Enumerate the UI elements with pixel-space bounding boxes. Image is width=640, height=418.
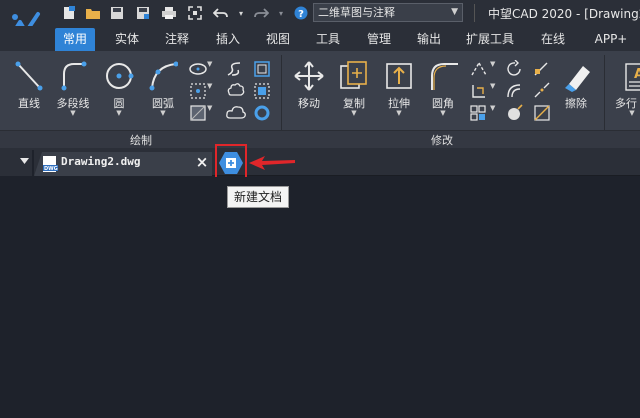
polyline-icon (61, 61, 87, 91)
new-icon[interactable] (60, 4, 78, 22)
arc-button[interactable]: 圆弧 ▼ (140, 58, 186, 122)
break-icon[interactable] (532, 82, 552, 100)
fullscreen-icon[interactable] (186, 4, 204, 22)
move-button[interactable]: 移动 (286, 58, 332, 122)
boundary-icon[interactable] (252, 82, 272, 100)
stretch-dropdown-icon[interactable]: ▼ (376, 109, 422, 117)
annotation-arrow-icon (249, 156, 295, 170)
revision-cloud-icon[interactable] (226, 82, 246, 100)
mirror-icon[interactable] (469, 82, 489, 100)
scale-icon[interactable] (532, 60, 552, 78)
mtext-icon: A (625, 63, 640, 91)
move-label: 移动 (298, 97, 320, 110)
tab-online[interactable]: 在线 (533, 28, 573, 51)
open-icon[interactable] (84, 4, 102, 22)
tab-tools[interactable]: 工具 (308, 28, 348, 51)
line-icon (15, 61, 43, 91)
arc-icon (149, 61, 178, 91)
tab-solid[interactable]: 实体 (107, 28, 147, 51)
mtext-dropdown-icon[interactable]: ▼ (612, 109, 640, 117)
mtext-button[interactable]: A 多行 ▼ (612, 58, 640, 122)
gradient-dropdown-icon[interactable]: ▼ (207, 104, 215, 122)
erase-label: 擦除 (565, 97, 587, 110)
undo-dropdown-icon[interactable]: ▾ (232, 4, 250, 22)
trim-dropdown-icon[interactable]: ▼ (490, 60, 498, 78)
eraser-icon (565, 66, 590, 92)
tab-annotate[interactable]: 注释 (157, 28, 197, 51)
copy-icon (340, 61, 367, 89)
circle-dropdown-icon[interactable]: ▼ (96, 109, 142, 117)
copy-dropdown-icon[interactable]: ▼ (331, 109, 377, 117)
donut-icon[interactable] (252, 104, 272, 122)
fillet-icon (431, 63, 458, 90)
trim-icon[interactable] (469, 60, 489, 78)
tab-view[interactable]: 视图 (258, 28, 298, 51)
close-tab-icon[interactable]: × (195, 154, 209, 170)
array-dropdown-icon[interactable]: ▼ (490, 104, 498, 122)
fillet-button[interactable]: 圆角 ▼ (420, 58, 466, 122)
new-document-icon (219, 152, 243, 174)
rectangle-icon[interactable] (252, 60, 272, 78)
fillet-dropdown-icon[interactable]: ▼ (420, 109, 466, 117)
line-label: 直线 (18, 97, 40, 110)
move-icon (294, 61, 324, 91)
rotate-icon[interactable] (505, 60, 525, 78)
tab-insert[interactable]: 插入 (208, 28, 248, 51)
redo-icon[interactable] (252, 4, 270, 22)
offset-icon[interactable] (505, 82, 525, 100)
svg-text:?: ? (298, 9, 304, 20)
draw-group-label: 绘制 (130, 134, 152, 147)
save-as-icon[interactable] (134, 4, 152, 22)
arc-dropdown-icon[interactable]: ▼ (140, 109, 186, 117)
save-icon[interactable] (108, 4, 126, 22)
svg-text:A: A (634, 67, 640, 82)
array-icon[interactable] (469, 104, 489, 122)
drawing-canvas[interactable] (0, 177, 640, 418)
redo-dropdown-icon[interactable]: ▾ (272, 4, 290, 22)
app-title: 中望CAD 2020 - [Drawing2 (488, 7, 640, 21)
chamfer-icon[interactable] (532, 104, 552, 122)
zwcad-window: ▾ ▾ ? 二维草图与注释 ▼ 中望CAD 2020 - [Drawing2 常… (0, 0, 640, 418)
polyline-dropdown-icon[interactable]: ▼ (50, 109, 96, 117)
tab-extensions[interactable]: 扩展工具 (460, 28, 520, 51)
svg-text:DWG: DWG (44, 166, 58, 172)
workspace-select[interactable]: 二维草图与注释 ▼ (313, 3, 463, 22)
cloud-icon[interactable] (226, 104, 246, 122)
copy-button[interactable]: 复制 ▼ (331, 58, 377, 122)
gradient-icon[interactable] (188, 104, 208, 122)
hatch-dropdown-icon[interactable]: ▼ (207, 82, 215, 100)
circle-button[interactable]: 圆 ▼ (96, 58, 142, 122)
spline-icon[interactable] (226, 60, 246, 78)
erase-button[interactable]: 擦除 (553, 58, 599, 122)
document-tab-title: Drawing2.dwg (61, 155, 141, 168)
hatch-icon[interactable] (188, 82, 208, 100)
tab-manage[interactable]: 管理 (359, 28, 399, 51)
help-icon[interactable]: ? (292, 4, 310, 22)
line-button[interactable]: 直线 (6, 58, 52, 122)
title-divider (474, 4, 475, 22)
polyline-button[interactable]: 多段线 ▼ (50, 58, 96, 122)
tab-home[interactable]: 常用 (55, 28, 95, 51)
new-document-tooltip-overlay: 新建文档 (227, 186, 289, 208)
ellipse-dropdown-icon[interactable]: ▼ (207, 60, 215, 78)
ellipse-icon[interactable] (188, 60, 208, 78)
mirror-dropdown-icon[interactable]: ▼ (490, 82, 498, 100)
circle-icon (106, 63, 134, 89)
chevron-down-icon: ▼ (451, 7, 458, 17)
workspace-value: 二维草图与注释 (318, 6, 395, 19)
dwg-file-icon: DWG (43, 156, 58, 172)
print-icon[interactable] (160, 4, 178, 22)
stretch-button[interactable]: 拉伸 ▼ (376, 58, 422, 122)
tab-output[interactable]: 输出 (409, 28, 449, 51)
stretch-icon (386, 63, 412, 89)
tab-app-plus[interactable]: APP+ (588, 28, 634, 51)
explode-icon[interactable] (505, 104, 525, 122)
modify-group-label: 修改 (431, 134, 453, 147)
strip-divider (32, 150, 34, 176)
ribbon-group-bar (0, 130, 640, 148)
document-list-dropdown-icon[interactable] (20, 157, 29, 165)
undo-icon[interactable] (212, 4, 230, 22)
